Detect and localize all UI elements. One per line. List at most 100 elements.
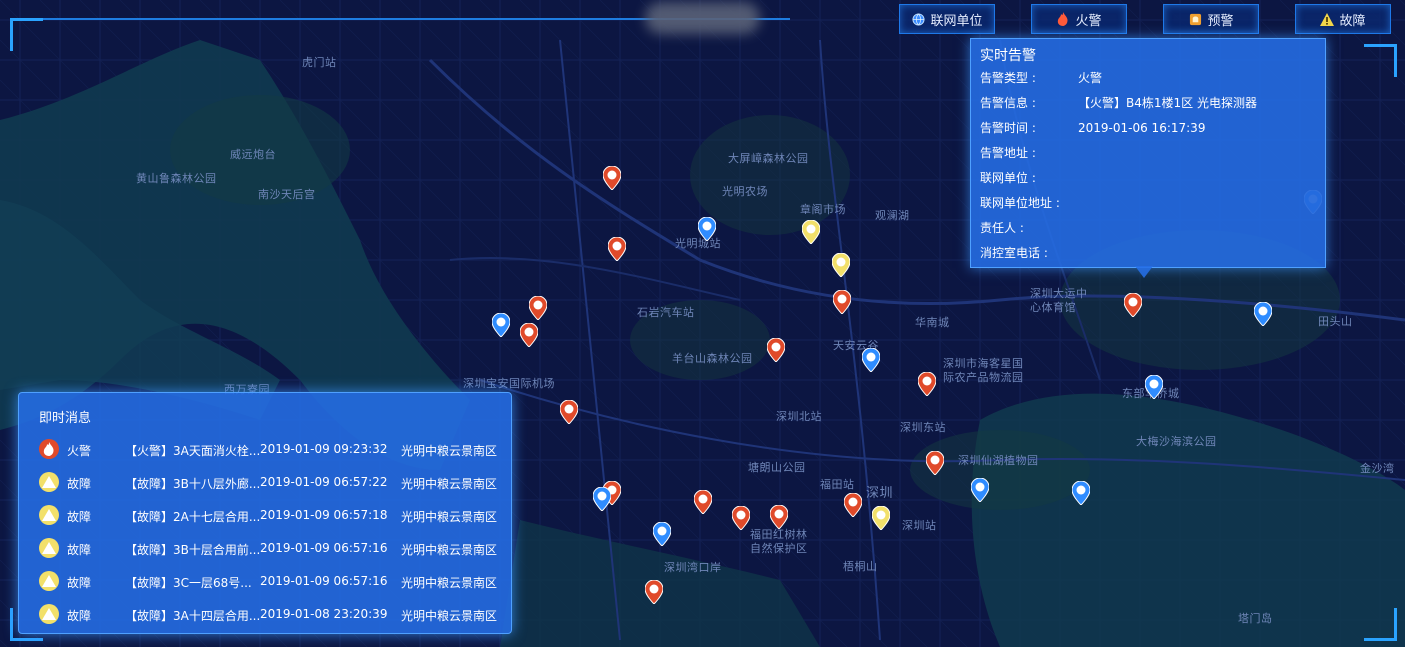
map-label: 梧桐山	[843, 560, 878, 573]
unit-map-pin[interactable]	[861, 347, 881, 373]
fire-map-pin[interactable]	[766, 337, 786, 363]
globe-icon	[911, 12, 925, 26]
map-label: 华南城	[915, 316, 950, 329]
message-time: 2019-01-09 06:57:16	[260, 541, 388, 555]
message-time: 2019-01-09 06:57:18	[260, 508, 388, 522]
message-area: 光明中粮云景南区	[401, 477, 498, 491]
alert-row: 告警信息 : 【火警】B4栋1楼1区 光电探测器	[980, 94, 1257, 110]
map-label: 福田站	[820, 478, 855, 491]
alert-panel-title: 实时告警	[980, 48, 1036, 64]
map-label: 深圳宝安国际机场	[463, 377, 555, 390]
filter-units-label: 联网单位	[930, 13, 983, 29]
message-time: 2019-01-08 23:20:39	[260, 607, 388, 621]
message-row[interactable]: 故障 【故障】3B十八层外廊... 2019-01-09 06:57:22 光明中粮云…	[39, 472, 509, 494]
map-label: 深圳站	[902, 519, 937, 532]
fault-map-pin[interactable]	[871, 505, 891, 531]
alert-value: 【火警】B4栋1楼1区 光电探测器	[1078, 96, 1257, 110]
fire-map-pin[interactable]	[731, 505, 751, 531]
fire-icon	[1056, 12, 1070, 26]
filter-prewarning-label: 预警	[1207, 13, 1234, 29]
map-label: 观澜湖	[875, 209, 910, 222]
unit-map-pin[interactable]	[491, 312, 511, 338]
message-text: 【故障】3B十八层外廊...	[125, 477, 261, 491]
message-row[interactable]: 火警 【火警】3A天面消火栓... 2019-01-09 09:23:32 光明中粮云…	[39, 439, 509, 461]
map-label: 威远炮台	[230, 148, 276, 161]
warning-icon	[1320, 12, 1335, 26]
fire-map-pin[interactable]	[843, 492, 863, 518]
fire-map-pin[interactable]	[917, 371, 937, 397]
alert-value: 2019-01-06 16:17:39	[1078, 121, 1206, 135]
message-area: 光明中粮云景南区	[401, 510, 498, 524]
fire-map-pin[interactable]	[832, 289, 852, 315]
map-label: 深圳仙湖植物园	[958, 454, 1039, 467]
message-text: 【故障】3A十四层合用...	[125, 609, 261, 623]
map-label: 深圳北站	[776, 410, 822, 423]
fire-map-pin[interactable]	[528, 295, 548, 321]
filter-fire-button[interactable]: 火警	[1031, 4, 1127, 34]
alert-row: 告警地址 :	[980, 144, 1078, 160]
fire-map-pin[interactable]	[644, 579, 664, 605]
message-type: 故障	[67, 543, 92, 557]
blurred-logo	[645, 2, 760, 34]
fire-map-pin[interactable]	[607, 236, 627, 262]
map-label: 福田红树林自然保护区	[750, 528, 808, 555]
fire-map-pin[interactable]	[1123, 292, 1143, 318]
map-label: 田头山	[1318, 315, 1353, 328]
message-type: 火警	[67, 444, 92, 458]
message-text: 【火警】3A天面消火栓...	[125, 444, 261, 458]
map-label: 大梅沙海滨公园	[1136, 435, 1217, 448]
warning-icon	[39, 538, 59, 558]
frame-corner-bottom-right	[1364, 608, 1397, 641]
alert-row: 消控室电话 :	[980, 244, 1078, 260]
filter-fault-label: 故障	[1339, 13, 1366, 29]
alert-key: 告警类型 :	[980, 71, 1036, 85]
message-type: 故障	[67, 477, 92, 491]
map-label: 章阁市场	[800, 203, 846, 216]
message-row[interactable]: 故障 【故障】3C一层68号... 2019-01-09 06:57:16 光明中粮云…	[39, 571, 509, 593]
message-time: 2019-01-09 06:57:16	[260, 574, 388, 588]
filter-prewarning-button[interactable]: 预警	[1163, 4, 1259, 34]
message-row[interactable]: 故障 【故障】3B十层合用前... 2019-01-09 06:57:16 光明中粮云…	[39, 538, 509, 560]
map-label: 金沙湾	[1360, 462, 1395, 475]
message-text: 【故障】2A十七层合用...	[125, 510, 261, 524]
filter-fire-label: 火警	[1075, 13, 1102, 29]
message-row[interactable]: 故障 【故障】3A十四层合用... 2019-01-08 23:20:39 光明中粮云…	[39, 604, 509, 626]
message-type: 故障	[67, 609, 92, 623]
unit-map-pin[interactable]	[1144, 374, 1164, 400]
map-label: 深圳湾口岸	[664, 561, 722, 574]
fire-map-pin[interactable]	[602, 165, 622, 191]
top-filter-buttons: 联网单位 火警 预警 故障	[899, 4, 1391, 34]
map-label: 塘朗山公园	[748, 461, 806, 474]
frame-corner-top-right	[1364, 44, 1397, 77]
unit-map-pin[interactable]	[1071, 480, 1091, 506]
alert-key: 告警信息 :	[980, 96, 1036, 110]
unit-map-pin[interactable]	[592, 486, 612, 512]
message-area: 光明中粮云景南区	[401, 444, 498, 458]
alert-key: 告警地址 :	[980, 146, 1036, 160]
map-label: 深圳	[866, 486, 894, 501]
message-row[interactable]: 故障 【故障】2A十七层合用... 2019-01-09 06:57:18 光明中粮云…	[39, 505, 509, 527]
unit-map-pin[interactable]	[652, 521, 672, 547]
alert-key: 联网单位 :	[980, 171, 1036, 185]
fault-map-pin[interactable]	[831, 252, 851, 278]
map-label: 石岩汽车站	[637, 306, 695, 319]
fire-map-pin[interactable]	[559, 399, 579, 425]
fire-map-pin[interactable]	[693, 489, 713, 515]
filter-fault-button[interactable]: 故障	[1295, 4, 1391, 34]
alert-row: 告警类型 : 火警	[980, 69, 1102, 85]
unit-map-pin[interactable]	[1253, 301, 1273, 327]
fire-map-pin[interactable]	[519, 322, 539, 348]
fault-map-pin[interactable]	[801, 219, 821, 245]
map-label: 黄山鲁森林公园	[136, 172, 217, 185]
realtime-alert-panel: 实时告警 告警类型 : 火警 告警信息 : 【火警】B4栋1楼1区 光电探测器 告警…	[970, 38, 1326, 268]
message-text: 【故障】3C一层68号...	[125, 576, 252, 590]
warning-icon	[39, 505, 59, 525]
unit-map-pin[interactable]	[697, 216, 717, 242]
instant-message-panel: 即时消息 火警 【火警】3A天面消火栓... 2019-01-09 09:23:32…	[18, 392, 512, 634]
message-time: 2019-01-09 09:23:32	[260, 442, 388, 456]
map-label: 深圳大运中心体育馆	[1030, 287, 1088, 314]
unit-map-pin[interactable]	[970, 477, 990, 503]
fire-map-pin[interactable]	[925, 450, 945, 476]
filter-units-button[interactable]: 联网单位	[899, 4, 995, 34]
fire-map-pin[interactable]	[769, 504, 789, 530]
